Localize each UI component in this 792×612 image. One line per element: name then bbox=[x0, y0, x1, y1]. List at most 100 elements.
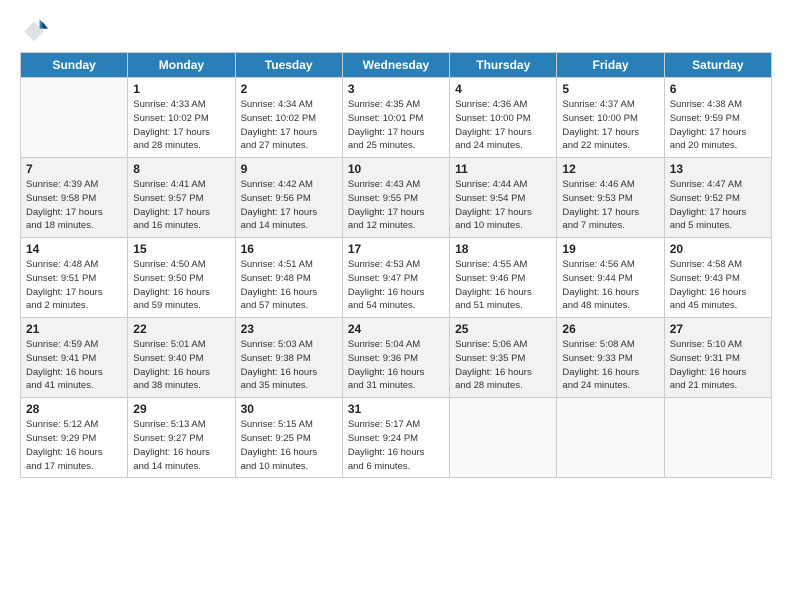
calendar-header-monday: Monday bbox=[128, 53, 235, 78]
calendar-cell: 3 Sunrise: 4:35 AMSunset: 10:01 PMDayligh… bbox=[342, 78, 449, 158]
header bbox=[20, 16, 772, 44]
calendar-header-saturday: Saturday bbox=[664, 53, 771, 78]
day-number: 17 bbox=[348, 242, 444, 256]
calendar-cell: 31 Sunrise: 5:17 AMSunset: 9:24 PMDayligh… bbox=[342, 398, 449, 478]
day-info: Sunrise: 4:44 AMSunset: 9:54 PMDaylight:… bbox=[455, 178, 551, 233]
calendar-cell: 14 Sunrise: 4:48 AMSunset: 9:51 PMDayligh… bbox=[21, 238, 128, 318]
calendar-cell: 19 Sunrise: 4:56 AMSunset: 9:44 PMDayligh… bbox=[557, 238, 664, 318]
calendar-cell: 1 Sunrise: 4:33 AMSunset: 10:02 PMDayligh… bbox=[128, 78, 235, 158]
calendar: SundayMondayTuesdayWednesdayThursdayFrid… bbox=[20, 52, 772, 478]
day-number: 26 bbox=[562, 322, 658, 336]
calendar-cell: 26 Sunrise: 5:08 AMSunset: 9:33 PMDayligh… bbox=[557, 318, 664, 398]
calendar-cell: 21Sunrise: 4:59 AMSunset: 9:41 PMDayligh… bbox=[21, 318, 128, 398]
day-number: 18 bbox=[455, 242, 551, 256]
day-number: 5 bbox=[562, 82, 658, 96]
day-info: Sunrise: 4:42 AMSunset: 9:56 PMDaylight:… bbox=[241, 178, 337, 233]
calendar-cell: 23 Sunrise: 5:03 AMSunset: 9:38 PMDayligh… bbox=[235, 318, 342, 398]
calendar-cell: 9 Sunrise: 4:42 AMSunset: 9:56 PMDaylight… bbox=[235, 158, 342, 238]
day-info: Sunrise: 5:13 AMSunset: 9:27 PMDaylight:… bbox=[133, 418, 229, 473]
logo-icon bbox=[20, 16, 48, 44]
calendar-week-row: 21Sunrise: 4:59 AMSunset: 9:41 PMDayligh… bbox=[21, 318, 772, 398]
day-info: Sunrise: 4:51 AMSunset: 9:48 PMDaylight:… bbox=[241, 258, 337, 313]
calendar-week-row: 7Sunrise: 4:39 AMSunset: 9:58 PMDaylight… bbox=[21, 158, 772, 238]
day-number: 11 bbox=[455, 162, 551, 176]
day-number: 10 bbox=[348, 162, 444, 176]
day-info: Sunrise: 4:41 AMSunset: 9:57 PMDaylight:… bbox=[133, 178, 229, 233]
day-number: 29 bbox=[133, 402, 229, 416]
day-number: 23 bbox=[241, 322, 337, 336]
day-number: 4 bbox=[455, 82, 551, 96]
day-number: 24 bbox=[348, 322, 444, 336]
day-number: 9 bbox=[241, 162, 337, 176]
day-info: Sunrise: 5:03 AMSunset: 9:38 PMDaylight:… bbox=[241, 338, 337, 393]
day-info: Sunrise: 5:08 AMSunset: 9:33 PMDaylight:… bbox=[562, 338, 658, 393]
calendar-week-row: 14 Sunrise: 4:48 AMSunset: 9:51 PMDayligh… bbox=[21, 238, 772, 318]
calendar-cell bbox=[21, 78, 128, 158]
calendar-cell: 18 Sunrise: 4:55 AMSunset: 9:46 PMDayligh… bbox=[450, 238, 557, 318]
day-info: Sunrise: 5:06 AMSunset: 9:35 PMDaylight:… bbox=[455, 338, 551, 393]
calendar-cell: 22 Sunrise: 5:01 AMSunset: 9:40 PMDayligh… bbox=[128, 318, 235, 398]
calendar-header-friday: Friday bbox=[557, 53, 664, 78]
day-info: Sunrise: 4:47 AMSunset: 9:52 PMDaylight:… bbox=[670, 178, 766, 233]
calendar-cell: 12Sunrise: 4:46 AMSunset: 9:53 PMDayligh… bbox=[557, 158, 664, 238]
calendar-cell: 27 Sunrise: 5:10 AMSunset: 9:31 PMDayligh… bbox=[664, 318, 771, 398]
calendar-cell: 6Sunrise: 4:38 AMSunset: 9:59 PMDaylight… bbox=[664, 78, 771, 158]
calendar-header-tuesday: Tuesday bbox=[235, 53, 342, 78]
day-number: 27 bbox=[670, 322, 766, 336]
day-number: 14 bbox=[26, 242, 122, 256]
day-number: 16 bbox=[241, 242, 337, 256]
day-number: 19 bbox=[562, 242, 658, 256]
calendar-cell: 10 Sunrise: 4:43 AMSunset: 9:55 PMDayligh… bbox=[342, 158, 449, 238]
day-info: Sunrise: 5:17 AMSunset: 9:24 PMDaylight:… bbox=[348, 418, 444, 473]
calendar-cell: 16 Sunrise: 4:51 AMSunset: 9:48 PMDayligh… bbox=[235, 238, 342, 318]
day-info: Sunrise: 4:55 AMSunset: 9:46 PMDaylight:… bbox=[455, 258, 551, 313]
day-number: 1 bbox=[133, 82, 229, 96]
day-info: Sunrise: 4:34 AMSunset: 10:02 PMDaylight… bbox=[241, 98, 337, 153]
day-info: Sunrise: 4:35 AMSunset: 10:01 PMDaylight… bbox=[348, 98, 444, 153]
calendar-cell bbox=[450, 398, 557, 478]
calendar-cell: 11 Sunrise: 4:44 AMSunset: 9:54 PMDayligh… bbox=[450, 158, 557, 238]
calendar-header-thursday: Thursday bbox=[450, 53, 557, 78]
day-number: 13 bbox=[670, 162, 766, 176]
day-info: Sunrise: 5:15 AMSunset: 9:25 PMDaylight:… bbox=[241, 418, 337, 473]
calendar-cell: 7Sunrise: 4:39 AMSunset: 9:58 PMDaylight… bbox=[21, 158, 128, 238]
day-info: Sunrise: 4:36 AMSunset: 10:00 PMDaylight… bbox=[455, 98, 551, 153]
day-info: Sunrise: 4:33 AMSunset: 10:02 PMDaylight… bbox=[133, 98, 229, 153]
calendar-cell: 4 Sunrise: 4:36 AMSunset: 10:00 PMDayligh… bbox=[450, 78, 557, 158]
day-number: 3 bbox=[348, 82, 444, 96]
day-info: Sunrise: 5:10 AMSunset: 9:31 PMDaylight:… bbox=[670, 338, 766, 393]
day-info: Sunrise: 4:59 AMSunset: 9:41 PMDaylight:… bbox=[26, 338, 122, 393]
calendar-header-row: SundayMondayTuesdayWednesdayThursdayFrid… bbox=[21, 53, 772, 78]
day-info: Sunrise: 4:43 AMSunset: 9:55 PMDaylight:… bbox=[348, 178, 444, 233]
day-info: Sunrise: 5:01 AMSunset: 9:40 PMDaylight:… bbox=[133, 338, 229, 393]
day-info: Sunrise: 4:56 AMSunset: 9:44 PMDaylight:… bbox=[562, 258, 658, 313]
calendar-cell bbox=[664, 398, 771, 478]
calendar-header-sunday: Sunday bbox=[21, 53, 128, 78]
calendar-cell: 8 Sunrise: 4:41 AMSunset: 9:57 PMDaylight… bbox=[128, 158, 235, 238]
day-info: Sunrise: 4:46 AMSunset: 9:53 PMDaylight:… bbox=[562, 178, 658, 233]
page: SundayMondayTuesdayWednesdayThursdayFrid… bbox=[0, 0, 792, 488]
calendar-cell: 28Sunrise: 5:12 AMSunset: 9:29 PMDayligh… bbox=[21, 398, 128, 478]
calendar-cell: 20Sunrise: 4:58 AMSunset: 9:43 PMDayligh… bbox=[664, 238, 771, 318]
day-info: Sunrise: 4:53 AMSunset: 9:47 PMDaylight:… bbox=[348, 258, 444, 313]
calendar-cell: 2 Sunrise: 4:34 AMSunset: 10:02 PMDayligh… bbox=[235, 78, 342, 158]
calendar-cell: 5 Sunrise: 4:37 AMSunset: 10:00 PMDayligh… bbox=[557, 78, 664, 158]
day-number: 8 bbox=[133, 162, 229, 176]
calendar-cell: 17 Sunrise: 4:53 AMSunset: 9:47 PMDayligh… bbox=[342, 238, 449, 318]
calendar-header-wednesday: Wednesday bbox=[342, 53, 449, 78]
day-number: 6 bbox=[670, 82, 766, 96]
calendar-cell: 30 Sunrise: 5:15 AMSunset: 9:25 PMDayligh… bbox=[235, 398, 342, 478]
day-number: 22 bbox=[133, 322, 229, 336]
day-number: 2 bbox=[241, 82, 337, 96]
day-number: 30 bbox=[241, 402, 337, 416]
day-number: 25 bbox=[455, 322, 551, 336]
day-number: 31 bbox=[348, 402, 444, 416]
day-info: Sunrise: 4:48 AMSunset: 9:51 PMDaylight:… bbox=[26, 258, 122, 313]
day-info: Sunrise: 4:37 AMSunset: 10:00 PMDaylight… bbox=[562, 98, 658, 153]
calendar-cell: 13 Sunrise: 4:47 AMSunset: 9:52 PMDayligh… bbox=[664, 158, 771, 238]
day-number: 28 bbox=[26, 402, 122, 416]
calendar-week-row: 28Sunrise: 5:12 AMSunset: 9:29 PMDayligh… bbox=[21, 398, 772, 478]
calendar-cell: 24Sunrise: 5:04 AMSunset: 9:36 PMDayligh… bbox=[342, 318, 449, 398]
calendar-week-row: 1 Sunrise: 4:33 AMSunset: 10:02 PMDayligh… bbox=[21, 78, 772, 158]
calendar-cell: 25 Sunrise: 5:06 AMSunset: 9:35 PMDayligh… bbox=[450, 318, 557, 398]
